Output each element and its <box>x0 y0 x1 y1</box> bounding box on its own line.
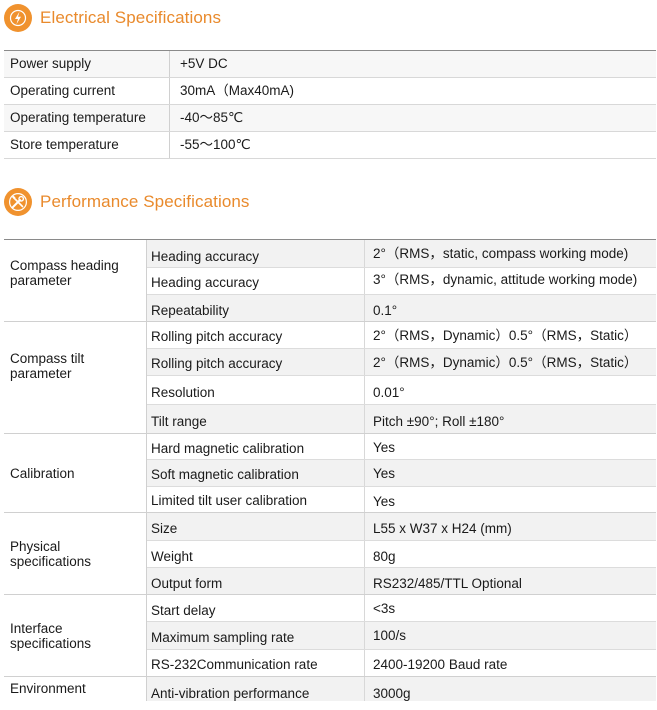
lightning-bolt-icon <box>4 4 32 32</box>
spec-group-interface: Interface specifications Start delay <3s… <box>4 595 656 677</box>
table-row: Soft magnetic calibration Yes <box>147 460 656 487</box>
spec-value: -55～100℃ <box>180 137 251 152</box>
param-name: Size <box>147 513 365 540</box>
param-name: Hard magnetic calibration <box>147 434 365 459</box>
param-value: RS232/485/TTL Optional <box>373 576 522 591</box>
group-label: Calibration <box>4 434 146 512</box>
param-name: Heading accuracy <box>147 268 365 294</box>
param-name: Anti-vibration performance <box>147 677 365 701</box>
table-row: Power supply +5V DC <box>4 51 656 78</box>
param-value: 2400-19200 Baud rate <box>373 657 508 672</box>
table-row: Store temperature -55～100℃ <box>4 132 656 159</box>
table-row: Resolution 0.01° <box>147 376 656 405</box>
electrical-title: Electrical Specifications <box>40 8 222 27</box>
spec-group-physical: Physical specifications Size L55 x W37 x… <box>4 513 656 595</box>
param-name: Heading accuracy <box>147 240 365 267</box>
param-name: Weight <box>147 541 365 567</box>
spec-group-environment: Environment Anti-vibration performance 3… <box>4 677 656 701</box>
table-row: RS-232Communication rate 2400-19200 Baud… <box>147 650 656 676</box>
table-row: Start delay <3s <box>147 595 656 622</box>
param-name: Tilt range <box>147 405 365 433</box>
table-row: Operating current 30mA（Max40mA) <box>4 78 656 105</box>
param-name: Limited tilt user calibration <box>147 487 365 512</box>
table-row: Heading accuracy 3°（RMS，dynamic, attitud… <box>147 268 656 295</box>
param-value: 0.1° <box>373 303 398 318</box>
param-name: Rolling pitch accuracy <box>147 349 365 375</box>
param-name: Start delay <box>147 595 365 621</box>
spec-label: Operating temperature <box>4 105 170 131</box>
param-name: Rolling pitch accuracy <box>147 322 365 348</box>
param-value: 2°（RMS，Dynamic）0.5°（RMS，Static） <box>373 355 638 370</box>
table-row: Maximum sampling rate 100/s <box>147 622 656 650</box>
param-name: Output form <box>147 568 365 594</box>
param-value: 3°（RMS，dynamic, attitude working mode) <box>373 272 638 287</box>
param-name: RS-232Communication rate <box>147 650 365 676</box>
spec-group-compass-heading: Compass heading parameter Heading accura… <box>4 240 656 322</box>
spec-value: +5V DC <box>180 56 228 71</box>
param-value: 80g <box>373 549 396 564</box>
spec-value: 30mA（Max40mA) <box>180 83 295 98</box>
param-name: Maximum sampling rate <box>147 622 365 649</box>
param-name: Soft magnetic calibration <box>147 460 365 486</box>
spec-value: -40～85℃ <box>180 110 244 125</box>
group-label: Compass heading parameter <box>4 240 146 321</box>
spec-label: Store temperature <box>4 132 170 158</box>
param-value: 0.01° <box>373 385 405 400</box>
param-value: Yes <box>373 440 396 455</box>
group-label: Physical specifications <box>4 513 146 594</box>
table-row: Operating temperature -40～85℃ <box>4 105 656 132</box>
param-value: Yes <box>373 494 396 509</box>
table-row: Rolling pitch accuracy 2°（RMS，Dynamic）0.… <box>147 322 656 349</box>
param-value: Pitch ±90°; Roll ±180° <box>373 414 505 429</box>
param-name: Resolution <box>147 376 365 404</box>
table-row: Heading accuracy 2°（RMS，static, compass … <box>147 240 656 268</box>
group-label: Compass tilt parameter <box>4 322 146 433</box>
group-label: Interface specifications <box>4 595 146 676</box>
table-row: Tilt range Pitch ±90°; Roll ±180° <box>147 405 656 433</box>
spec-group-calibration: Calibration Hard magnetic calibration Ye… <box>4 434 656 513</box>
param-value: 100/s <box>373 628 407 643</box>
spec-group-compass-tilt: Compass tilt parameter Rolling pitch acc… <box>4 322 656 434</box>
table-row: Output form RS232/485/TTL Optional <box>147 568 656 594</box>
table-row: Rolling pitch accuracy 2°（RMS，Dynamic）0.… <box>147 349 656 376</box>
table-row: Anti-vibration performance 3000g <box>147 677 656 701</box>
param-value: 3000g <box>373 686 411 701</box>
performance-table: Compass heading parameter Heading accura… <box>4 239 656 701</box>
tools-wrench-icon <box>4 188 32 216</box>
param-value: L55 x W37 x H24 (mm) <box>373 521 512 536</box>
table-row: Limited tilt user calibration Yes <box>147 487 656 512</box>
table-row: Repeatability 0.1° <box>147 295 656 321</box>
performance-header: Performance Specifications <box>4 188 250 216</box>
spec-label: Operating current <box>4 78 170 104</box>
param-value: 2°（RMS，Dynamic）0.5°（RMS，Static） <box>373 328 638 343</box>
electrical-table: Power supply +5V DC Operating current 30… <box>4 50 656 159</box>
param-value: <3s <box>373 601 396 616</box>
performance-title: Performance Specifications <box>40 192 250 211</box>
param-value: 2°（RMS，static, compass working mode) <box>373 246 629 261</box>
table-row: Hard magnetic calibration Yes <box>147 434 656 460</box>
table-row: Size L55 x W37 x H24 (mm) <box>147 513 656 541</box>
table-row: Weight 80g <box>147 541 656 568</box>
param-value: Yes <box>373 466 396 481</box>
spec-label: Power supply <box>4 51 170 77</box>
group-label: Environment <box>4 677 146 701</box>
param-name: Repeatability <box>147 295 365 321</box>
electrical-header: Electrical Specifications <box>4 4 221 32</box>
